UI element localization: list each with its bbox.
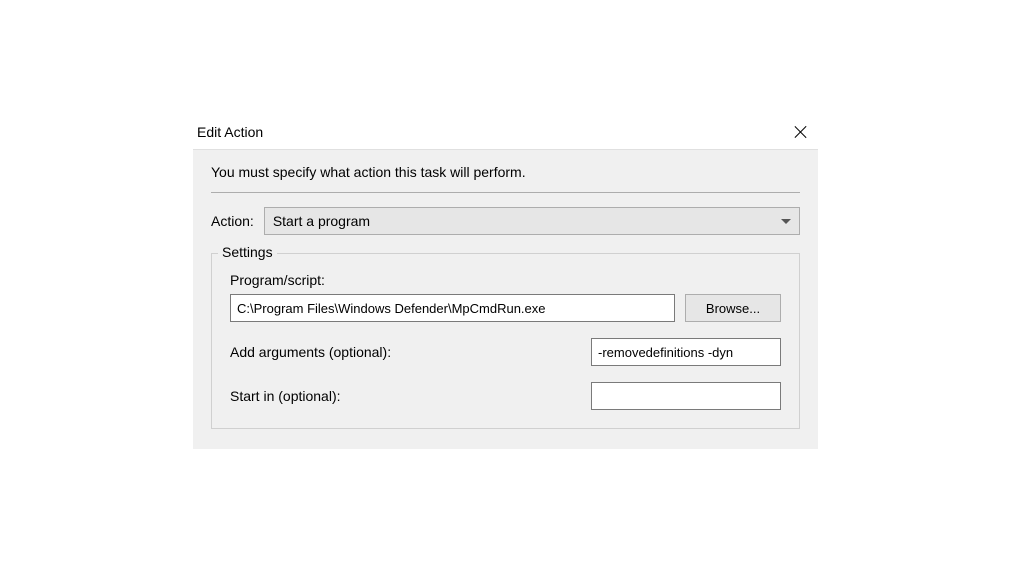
arguments-input[interactable] bbox=[591, 338, 781, 366]
divider bbox=[211, 192, 800, 193]
startin-label: Start in (optional): bbox=[230, 388, 341, 404]
program-label: Program/script: bbox=[230, 272, 781, 288]
browse-button[interactable]: Browse... bbox=[685, 294, 781, 322]
startin-input[interactable] bbox=[591, 382, 781, 410]
arguments-row: Add arguments (optional): bbox=[230, 338, 781, 366]
program-input[interactable] bbox=[230, 294, 675, 322]
program-row: Browse... bbox=[230, 294, 781, 322]
chevron-down-icon bbox=[781, 219, 791, 224]
titlebar: Edit Action bbox=[193, 115, 818, 149]
instruction-text: You must specify what action this task w… bbox=[211, 164, 800, 180]
settings-fieldset: Settings Program/script: Browse... Add a… bbox=[211, 253, 800, 429]
dialog-title: Edit Action bbox=[197, 124, 263, 140]
dialog-body: You must specify what action this task w… bbox=[193, 149, 818, 449]
settings-legend: Settings bbox=[218, 244, 277, 260]
edit-action-dialog: Edit Action You must specify what action… bbox=[193, 115, 818, 449]
action-select-value: Start a program bbox=[273, 213, 370, 229]
arguments-label: Add arguments (optional): bbox=[230, 344, 391, 360]
close-icon[interactable] bbox=[794, 125, 808, 139]
action-label: Action: bbox=[211, 213, 254, 229]
action-select[interactable]: Start a program bbox=[264, 207, 800, 235]
startin-row: Start in (optional): bbox=[230, 382, 781, 410]
action-row: Action: Start a program bbox=[211, 207, 800, 235]
